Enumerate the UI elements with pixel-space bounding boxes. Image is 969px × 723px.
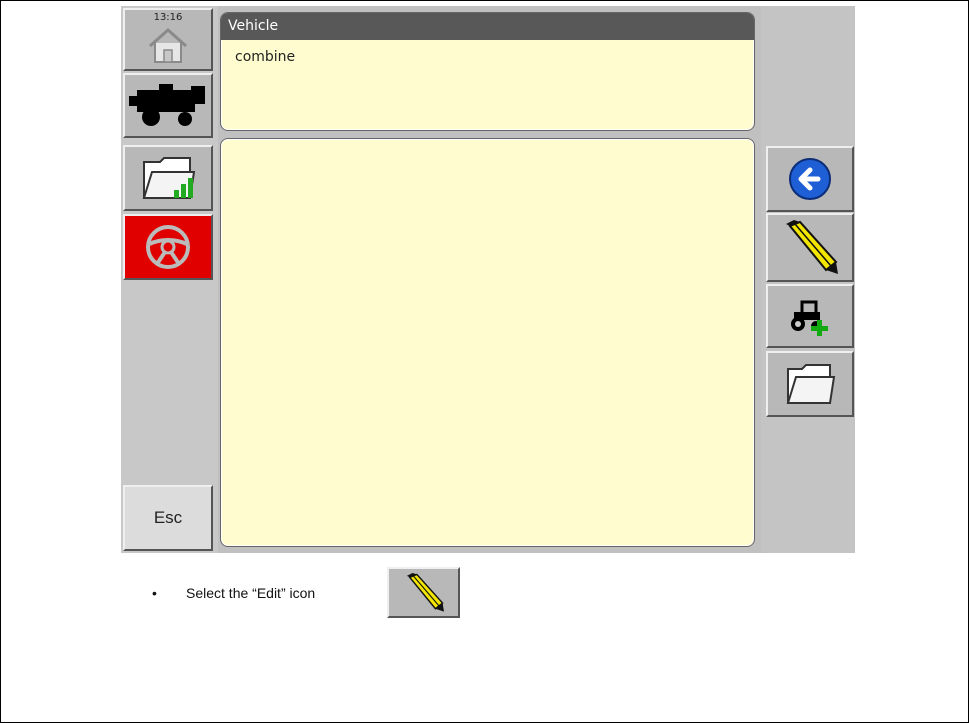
- terminal-screen: 13:16 Esc Vehicle combine: [121, 6, 855, 553]
- edit-icon-illustration: [387, 567, 460, 618]
- data-folder-button[interactable]: [123, 145, 213, 211]
- clock-readout: 13:16: [153, 12, 183, 23]
- back-arrow-icon: [789, 158, 831, 200]
- steering-wheel-icon: [146, 225, 190, 269]
- vehicle-panel-header: Vehicle: [221, 13, 754, 40]
- guidance-button[interactable]: [123, 214, 213, 280]
- vehicle-panel: Vehicle combine: [220, 12, 755, 131]
- vehicle-button[interactable]: [123, 73, 213, 138]
- vehicle-list-panel[interactable]: [220, 138, 755, 547]
- back-button[interactable]: [766, 146, 854, 212]
- vehicle-name-value[interactable]: combine: [221, 40, 754, 65]
- esc-label: Esc: [153, 508, 183, 527]
- folder-button[interactable]: [766, 351, 854, 417]
- right-toolbar: [761, 6, 855, 553]
- bullet: •: [152, 585, 157, 601]
- left-toolbar: 13:16 Esc: [121, 6, 218, 553]
- add-vehicle-button[interactable]: [766, 284, 854, 348]
- tractor-add-icon: [791, 300, 828, 336]
- home-icon: [149, 27, 187, 63]
- pencil-edit-icon: [406, 572, 444, 612]
- esc-button[interactable]: Esc: [123, 485, 213, 551]
- folder-signal-icon: [142, 157, 196, 199]
- edit-button[interactable]: [766, 213, 854, 282]
- folder-icon: [786, 364, 836, 404]
- combine-icon: [129, 83, 205, 126]
- pencil-edit-icon: [786, 219, 838, 274]
- home-button[interactable]: 13:16: [123, 8, 213, 71]
- instruction-text: Select the “Edit” icon: [186, 585, 316, 601]
- instruction-caption: • Select the “Edit” icon: [152, 585, 315, 601]
